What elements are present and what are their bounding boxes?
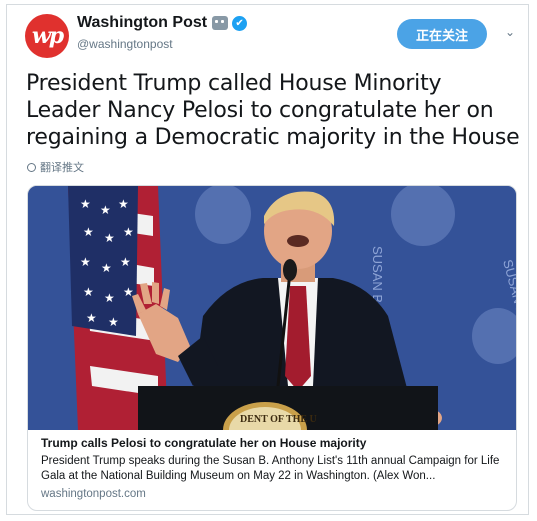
svg-text:★: ★ xyxy=(83,225,94,239)
svg-text:★: ★ xyxy=(118,197,129,211)
card-description: President Trump speaks during the Susan … xyxy=(41,455,500,482)
svg-text:★: ★ xyxy=(123,285,134,299)
svg-text:★: ★ xyxy=(104,231,115,245)
globe-icon xyxy=(27,162,36,172)
podium-seal-text: DENT OF THE U xyxy=(240,414,317,425)
author-handle[interactable]: @washingtonpost xyxy=(77,37,173,51)
verified-icon: ✔ xyxy=(232,15,248,31)
svg-text:★: ★ xyxy=(101,261,112,275)
tweet-header: wp Washington Post ✔ @washingtonpost 正在关… xyxy=(7,5,528,65)
avatar[interactable]: wp xyxy=(25,14,69,58)
following-button[interactable]: 正在关注 xyxy=(397,19,487,49)
svg-text:★: ★ xyxy=(123,225,134,239)
link-card[interactable]: SUSAN B. A SUSAN B. A ★★★ ★★★ ★★★ ★★★ ★★ xyxy=(27,185,517,511)
svg-text:★: ★ xyxy=(120,255,131,269)
svg-text:★: ★ xyxy=(86,311,97,325)
chevron-down-icon[interactable]: ⌄ xyxy=(503,25,517,39)
card-body: Trump calls Pelosi to congratulate her o… xyxy=(41,436,507,500)
card-domain: washingtonpost.com xyxy=(41,488,146,500)
translate-label: 翻译推文 xyxy=(40,162,84,174)
svg-text:★: ★ xyxy=(80,197,91,211)
podium: DENT OF THE U xyxy=(138,386,438,430)
robot-icon xyxy=(212,16,229,30)
translate-tweet-link[interactable]: 翻译推文 xyxy=(27,159,84,175)
svg-text:★: ★ xyxy=(104,291,115,305)
author-display-name[interactable]: Washington Post xyxy=(77,14,207,32)
card-title: Trump calls Pelosi to congratulate her o… xyxy=(41,436,367,450)
svg-text:★: ★ xyxy=(108,315,119,329)
tweet-text: President Trump called House Minority Le… xyxy=(26,71,520,150)
author-name-row: Washington Post ✔ xyxy=(77,14,248,32)
tweet-container: wp Washington Post ✔ @washingtonpost 正在关… xyxy=(6,4,529,515)
card-photo: SUSAN B. A SUSAN B. A ★★★ ★★★ ★★★ ★★★ ★★ xyxy=(28,186,516,430)
svg-text:★: ★ xyxy=(83,285,94,299)
card-image[interactable]: SUSAN B. A SUSAN B. A ★★★ ★★★ ★★★ ★★★ ★★ xyxy=(28,186,516,430)
svg-text:★: ★ xyxy=(80,255,91,269)
svg-text:★: ★ xyxy=(100,203,111,217)
